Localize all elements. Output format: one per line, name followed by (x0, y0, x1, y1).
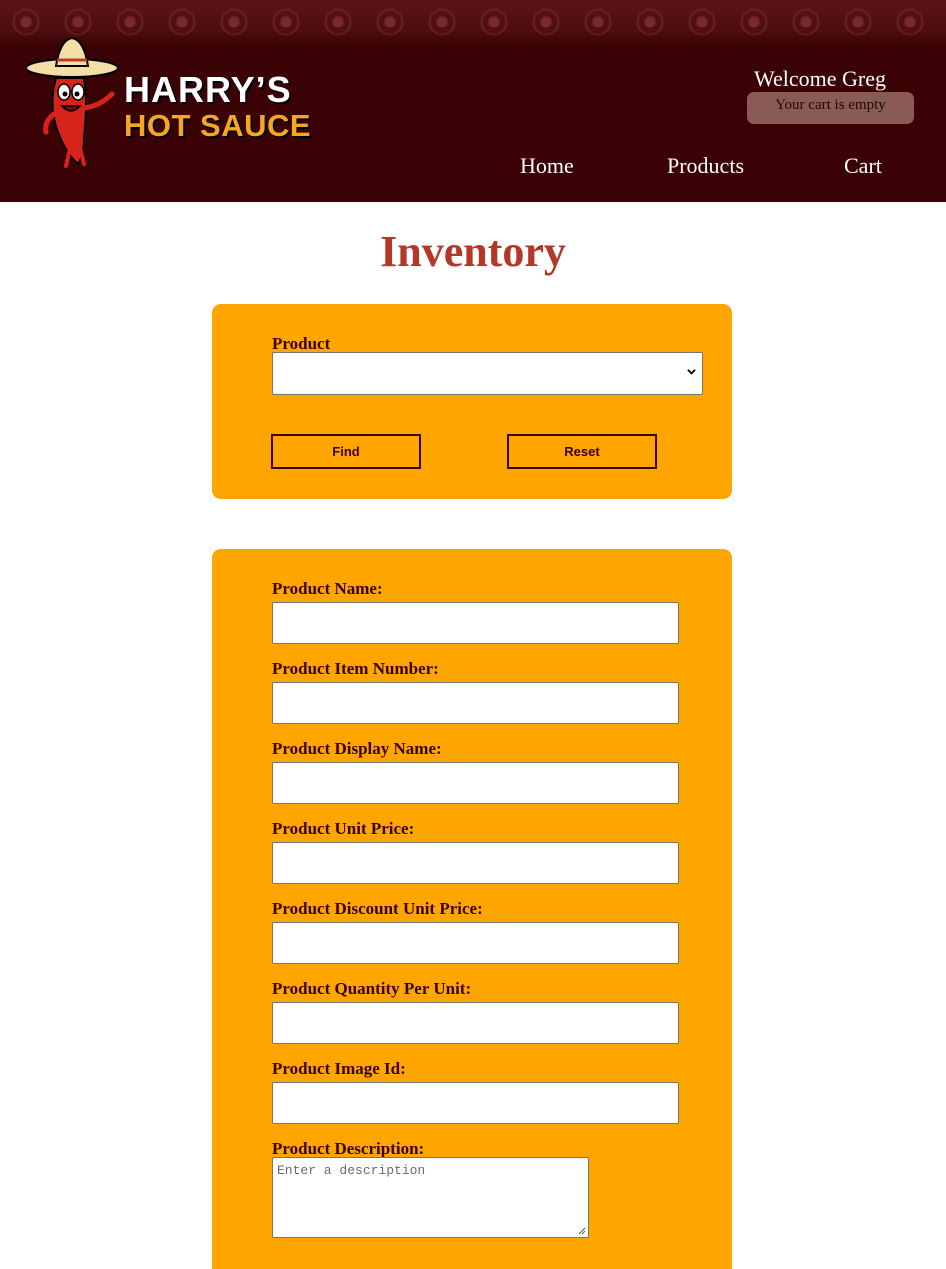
chevron-down-icon (687, 369, 696, 375)
find-button[interactable]: Find (271, 434, 421, 469)
logo-line-harrys: HARRY’S (124, 69, 292, 110)
product-item-number-label: Product Item Number: (272, 659, 439, 678)
product-select-label: Product (272, 334, 331, 353)
product-display-name-input[interactable] (272, 762, 679, 804)
product-name-input[interactable] (272, 602, 679, 644)
product-select[interactable] (272, 352, 703, 395)
product-discount-unit-price-label: Product Discount Unit Price: (272, 899, 483, 918)
site-header: HARRY’S HOT SAUCE Welcome Greg Your cart… (0, 0, 946, 202)
product-unit-price-input[interactable] (272, 842, 679, 884)
product-quantity-per-unit-input[interactable] (272, 1002, 679, 1044)
product-image-id-input[interactable] (272, 1082, 679, 1124)
nav-products-link[interactable]: Products (667, 153, 744, 179)
nav-home-link[interactable]: Home (520, 153, 574, 179)
resize-grip-icon[interactable] (578, 1227, 586, 1235)
reset-button[interactable]: Reset (507, 434, 657, 469)
logo-wordmark: HARRY’S HOT SAUCE (124, 69, 312, 143)
page-title: Inventory (380, 227, 566, 276)
product-quantity-per-unit-label: Product Quantity Per Unit: (272, 979, 472, 998)
product-edit-form: Product Name: Product Item Number: Produ… (212, 549, 732, 1269)
product-display-name-label: Product Display Name: (272, 739, 442, 758)
cart-status-badge[interactable]: Your cart is empty (747, 92, 914, 124)
nav-cart-link[interactable]: Cart (844, 153, 882, 179)
logo-line-hot-sauce: HOT SAUCE (124, 108, 312, 143)
product-description-textarea[interactable]: Enter a description (272, 1157, 589, 1238)
product-search-panel: Product Find Reset (212, 304, 732, 499)
product-discount-unit-price-input[interactable] (272, 922, 679, 964)
product-unit-price-label: Product Unit Price: (272, 819, 415, 838)
product-image-id-label: Product Image Id: (272, 1059, 406, 1078)
welcome-message: Welcome Greg (754, 66, 886, 91)
site-logo[interactable]: HARRY’S HOT SAUCE (26, 36, 326, 170)
chili-pepper-mascot-icon (26, 36, 119, 168)
product-description-label: Product Description: (272, 1139, 425, 1158)
product-item-number-input[interactable] (272, 682, 679, 724)
description-placeholder: Enter a description (277, 1163, 426, 1178)
product-name-label: Product Name: (272, 579, 383, 598)
